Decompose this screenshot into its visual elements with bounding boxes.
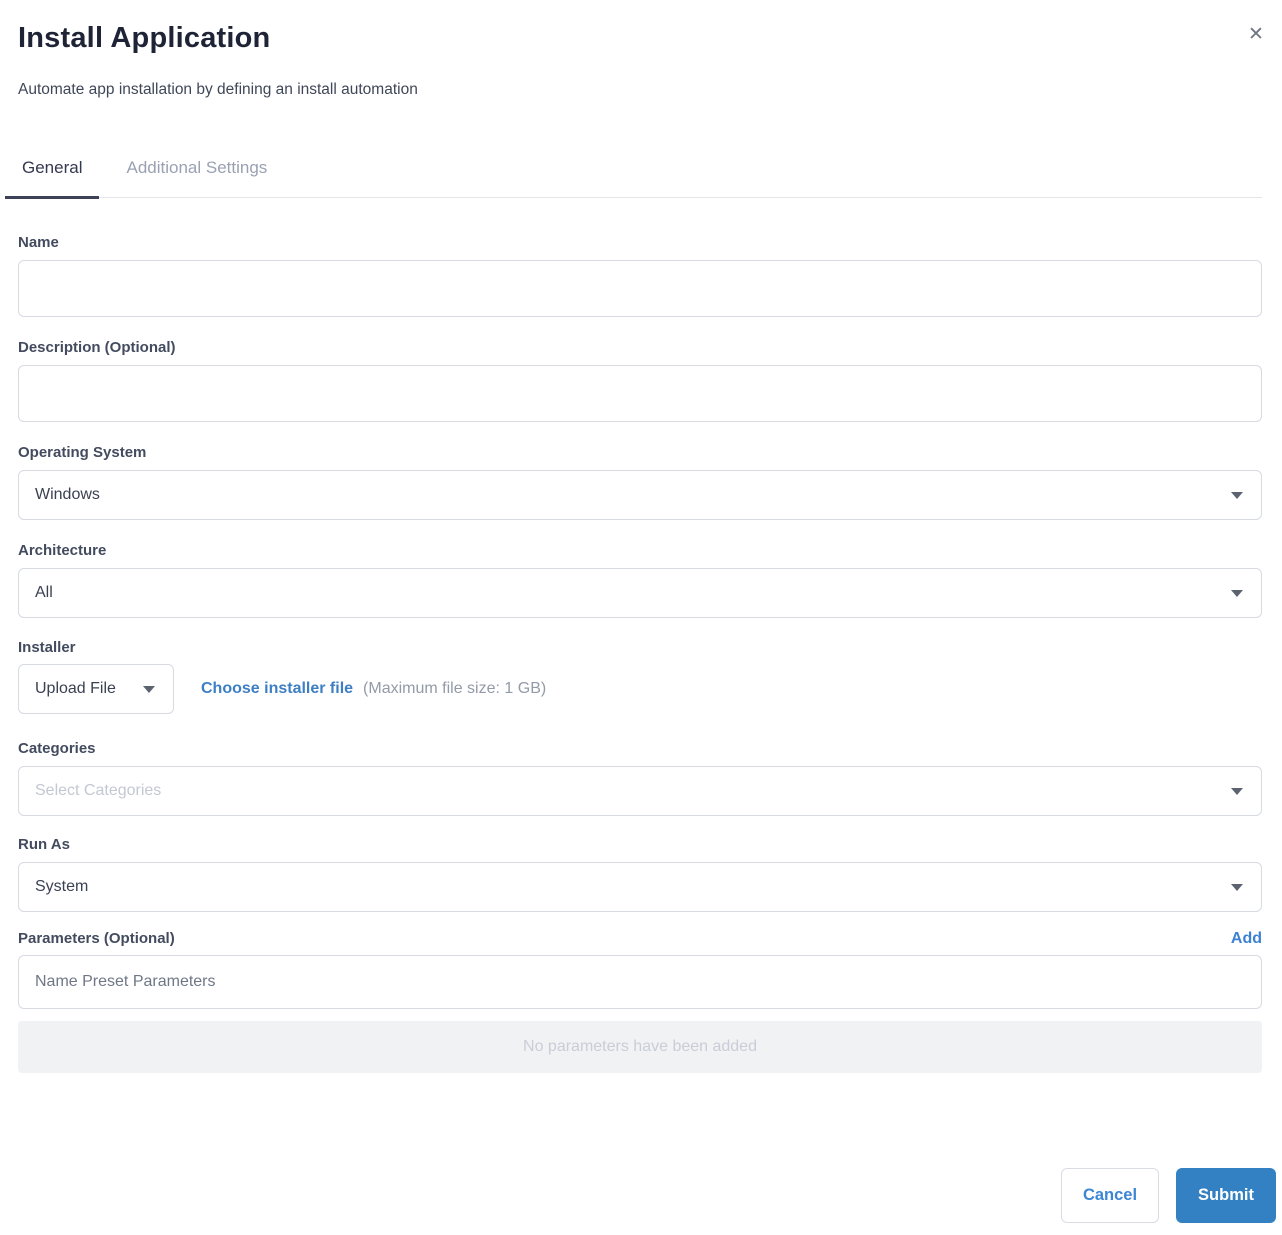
installer-source-select[interactable]: Upload File — [18, 664, 174, 714]
dialog-footer: Cancel Submit — [18, 1168, 1276, 1223]
close-icon[interactable]: ✕ — [1244, 22, 1268, 46]
chevron-down-icon — [1231, 491, 1243, 499]
installer-field-group: Installer Upload File Choose installer f… — [18, 639, 1262, 714]
categories-placeholder: Select Categories — [35, 782, 162, 799]
installer-label: Installer — [18, 639, 76, 656]
dialog-title: Install Application — [18, 22, 271, 54]
max-file-size-note: (Maximum file size: 1 GB) — [363, 680, 547, 697]
parameters-field-group: Parameters (Optional) Add No parameters … — [18, 930, 1262, 1073]
operating-system-field-group: Operating System Windows — [18, 444, 1262, 520]
installer-source-value: Upload File — [35, 680, 116, 697]
run-as-value: System — [35, 878, 89, 895]
tab-general[interactable]: General — [5, 156, 100, 199]
architecture-label: Architecture — [18, 542, 107, 559]
chevron-down-icon — [1231, 883, 1243, 891]
tab-bar: General Additional Settings — [5, 156, 1262, 199]
categories-field-group: Categories Select Categories — [18, 740, 1262, 816]
dialog-subtitle: Automate app installation by defining an… — [18, 81, 418, 98]
choose-installer-file-link[interactable]: Choose installer file — [201, 680, 353, 698]
tab-additional-settings[interactable]: Additional Settings — [109, 156, 284, 199]
categories-select[interactable]: Select Categories — [18, 766, 1262, 816]
description-input[interactable] — [18, 365, 1262, 422]
run-as-label: Run As — [18, 836, 70, 853]
install-application-dialog: ✕ Install Application Automate app insta… — [0, 0, 1282, 1235]
architecture-field-group: Architecture All — [18, 542, 1262, 618]
operating-system-label: Operating System — [18, 444, 147, 461]
run-as-select[interactable]: System — [18, 862, 1262, 912]
parameters-empty-message: No parameters have been added — [523, 1038, 757, 1055]
parameters-label: Parameters (Optional) — [18, 930, 175, 947]
description-label: Description (Optional) — [18, 339, 176, 356]
cancel-button[interactable]: Cancel — [1061, 1168, 1159, 1223]
name-input[interactable] — [18, 260, 1262, 317]
parameters-empty-state: No parameters have been added — [18, 1021, 1262, 1073]
name-label: Name — [18, 234, 59, 251]
chevron-down-icon — [143, 685, 155, 693]
submit-button[interactable]: Submit — [1176, 1168, 1276, 1223]
architecture-value: All — [35, 584, 53, 601]
installer-row: Upload File Choose installer file (Maxim… — [18, 664, 1262, 714]
chevron-down-icon — [1231, 787, 1243, 795]
add-parameter-button[interactable]: Add — [1231, 930, 1262, 948]
chevron-down-icon — [1231, 589, 1243, 597]
categories-label: Categories — [18, 740, 96, 757]
operating-system-select[interactable]: Windows — [18, 470, 1262, 520]
name-field-group: Name — [18, 234, 1262, 317]
parameter-name-input[interactable] — [18, 955, 1262, 1009]
architecture-select[interactable]: All — [18, 568, 1262, 618]
parameters-label-row: Parameters (Optional) Add — [18, 930, 1262, 948]
description-field-group: Description (Optional) — [18, 339, 1262, 422]
run-as-field-group: Run As System — [18, 836, 1262, 912]
operating-system-value: Windows — [35, 486, 100, 503]
